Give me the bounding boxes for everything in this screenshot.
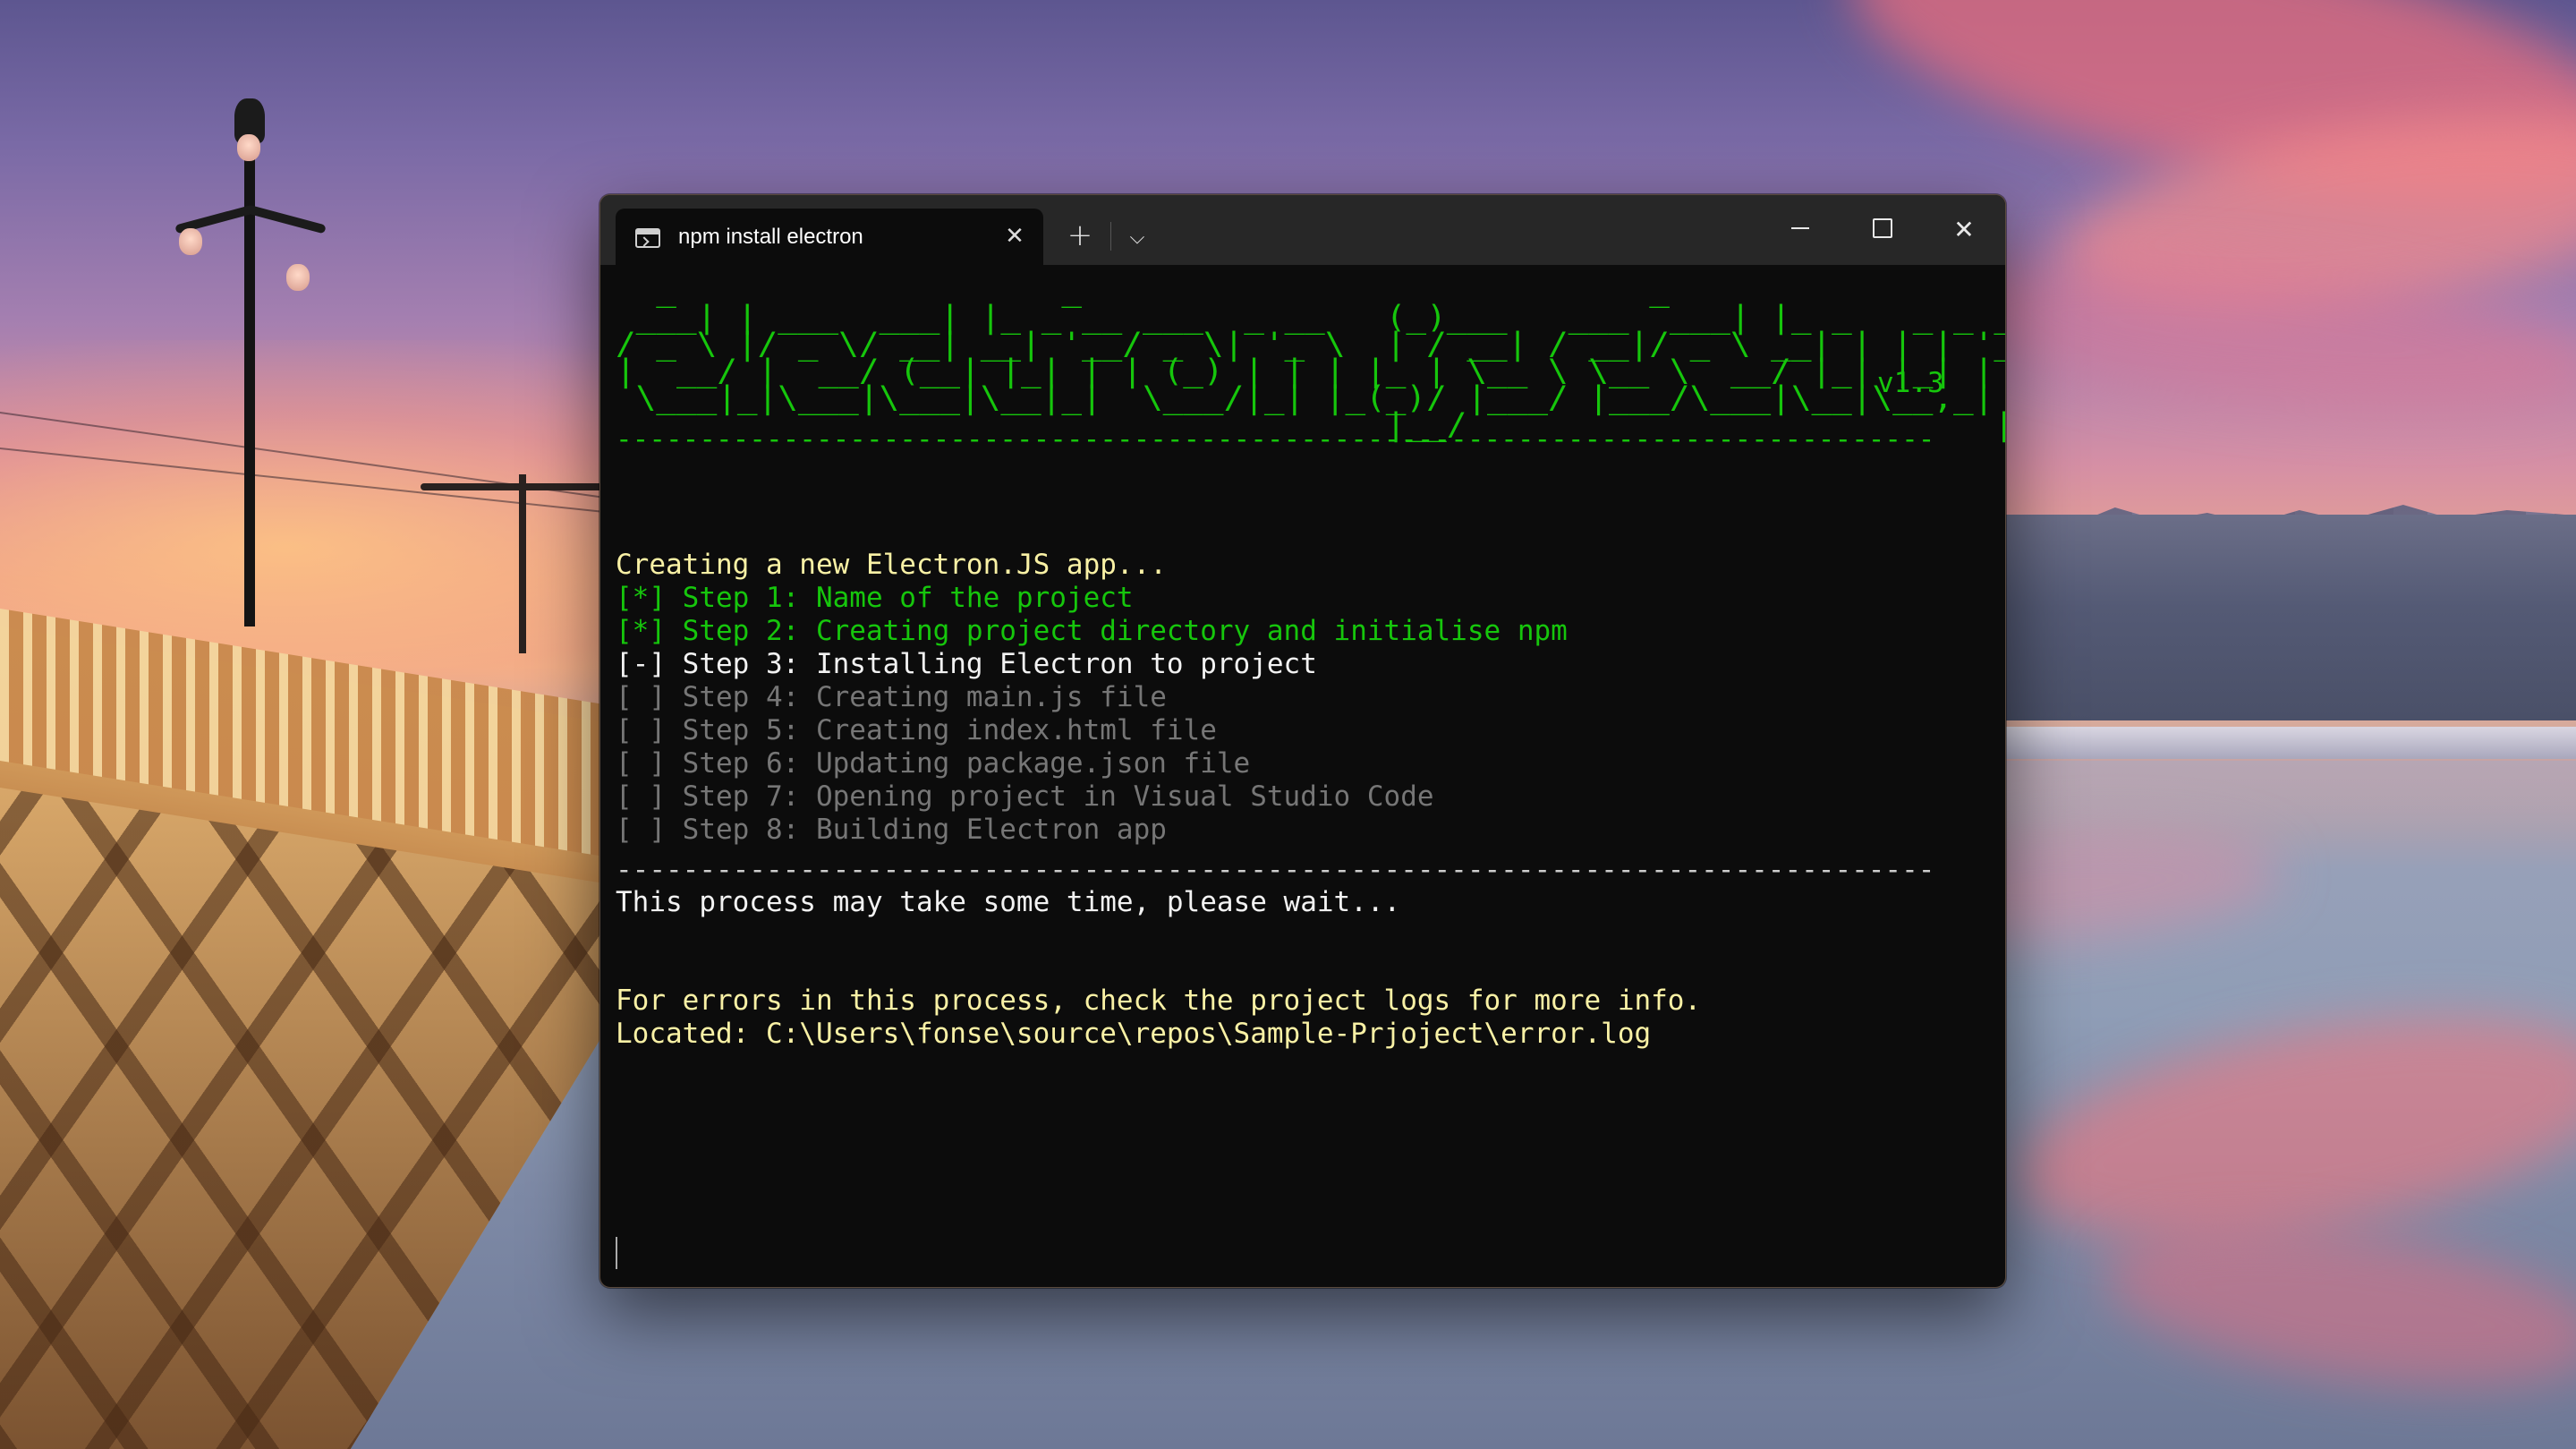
text-cursor bbox=[616, 1237, 617, 1269]
version-label: v1.3 bbox=[1877, 367, 1944, 399]
tab-title: npm install electron bbox=[678, 225, 863, 249]
step-8: [ ] Step 8: Building Electron app bbox=[616, 814, 1167, 846]
minimize-button[interactable] bbox=[1758, 195, 1841, 265]
wait-message: This process may take some time, please … bbox=[616, 886, 1401, 918]
minimize-icon bbox=[1791, 227, 1809, 229]
step-7: [ ] Step 7: Opening project in Visual St… bbox=[616, 780, 1434, 813]
maximize-icon bbox=[1873, 218, 1892, 238]
creating-message: Creating a new Electron.JS app... bbox=[616, 549, 1167, 581]
step-1: [*] Step 1: Name of the project bbox=[616, 582, 1134, 614]
dropdown-chevron-down-icon[interactable]: ⌵ bbox=[1119, 222, 1155, 254]
title-bar[interactable]: npm install electron ✕ + ⌵ ✕ bbox=[600, 195, 2005, 265]
close-window-button[interactable]: ✕ bbox=[1923, 195, 2005, 265]
step-4: [ ] Step 4: Creating main.js file bbox=[616, 681, 1167, 713]
separator-line: ----------------------------------------… bbox=[616, 854, 1935, 886]
tab-npm-install-electron[interactable]: npm install electron ✕ bbox=[616, 209, 1043, 265]
step-5: [ ] Step 5: Creating index.html file bbox=[616, 714, 1217, 746]
maximize-button[interactable] bbox=[1841, 195, 1923, 265]
step-6: [ ] Step 6: Updating package.json file bbox=[616, 747, 1251, 780]
terminal-window[interactable]: npm install electron ✕ + ⌵ ✕ _ _ _ _ ___… bbox=[599, 194, 2006, 1288]
tab-close-icon[interactable]: ✕ bbox=[1002, 224, 1027, 249]
new-tab-button[interactable]: + bbox=[1062, 220, 1098, 252]
separator-line: ----------------------------------------… bbox=[616, 423, 1935, 456]
step-2: [*] Step 2: Creating project directory a… bbox=[616, 615, 1568, 647]
ascii-banner-area: _ _ _ _ ___| | ___ ___| |_ _ __ ___ _ __… bbox=[616, 276, 2005, 441]
ascii-banner: _ _ _ _ ___| | ___ ___| |_ _ __ ___ _ __… bbox=[616, 273, 2005, 443]
errors-note: For errors in this process, check the pr… bbox=[616, 984, 1702, 1017]
log-location: Located: C:\Users\fonse\source\repos\Sam… bbox=[616, 1018, 1652, 1050]
terminal-icon bbox=[635, 228, 660, 248]
terminal-output[interactable]: _ _ _ _ ___| | ___ ___| |_ _ __ ___ _ __… bbox=[616, 276, 2005, 1271]
step-3: [-] Step 3: Installing Electron to proje… bbox=[616, 648, 1317, 680]
divider bbox=[1110, 222, 1111, 251]
